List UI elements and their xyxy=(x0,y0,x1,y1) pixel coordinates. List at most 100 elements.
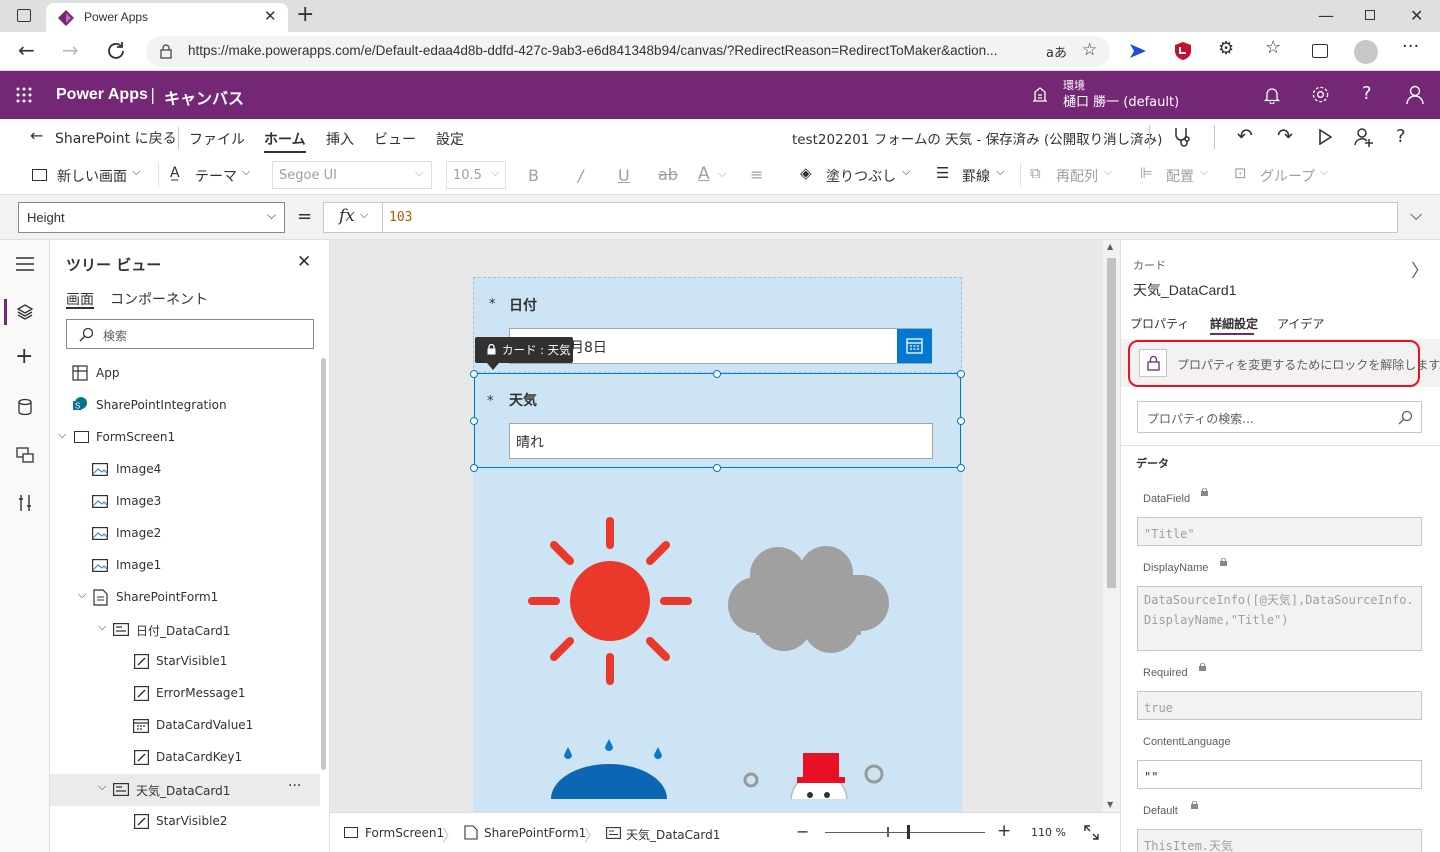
media-icon[interactable] xyxy=(16,446,34,464)
data-cylinder-icon[interactable] xyxy=(17,398,33,416)
design-canvas[interactable]: * 日付 月8日 カード : 天気 * 天気 晴れ xyxy=(330,240,1103,812)
border-button[interactable]: ☰ 罫線 ⌵ xyxy=(936,163,1011,187)
share-user-icon[interactable] xyxy=(1354,127,1374,147)
snowman-image[interactable] xyxy=(741,739,891,799)
url-field[interactable]: https://make.powerapps.com/e/Default-eda… xyxy=(146,36,1110,67)
close-window-icon[interactable]: ✕ xyxy=(1410,6,1423,25)
sun-image[interactable] xyxy=(528,517,693,685)
tab-actions-icon[interactable] xyxy=(17,9,31,22)
app-checker-icon[interactable] xyxy=(1172,126,1192,148)
control-name[interactable]: 天気_DataCard1 xyxy=(1133,280,1237,300)
tree-view-layers-icon[interactable] xyxy=(16,303,34,321)
rain-umbrella-image[interactable] xyxy=(543,739,673,799)
play-preview-icon[interactable] xyxy=(1318,129,1332,145)
chevron-down-icon[interactable]: ⌵ xyxy=(98,780,106,794)
zoom-out-icon[interactable]: − xyxy=(796,822,809,841)
fx-button[interactable]: fx ⌵ xyxy=(323,202,383,233)
browser-tab[interactable]: Power Apps ✕ xyxy=(46,3,288,32)
font-color-icon[interactable]: A xyxy=(698,164,710,184)
insert-plus-icon[interactable]: + xyxy=(15,344,33,369)
text-align-icon[interactable]: ≡ xyxy=(750,165,763,184)
profile-avatar[interactable] xyxy=(1354,40,1378,64)
extension-arrow-icon[interactable] xyxy=(1128,43,1148,59)
favorite-add-icon[interactable]: ☆ xyxy=(1082,40,1097,60)
tree-item-weather-datacard1[interactable]: ⌵ 天気_DataCard1 ··· xyxy=(50,774,320,806)
new-tab-icon[interactable]: + xyxy=(296,2,314,27)
more-icon[interactable]: ··· xyxy=(1402,36,1419,57)
tree-item-starvisible2[interactable]: StarVisible2 xyxy=(50,806,320,838)
minimize-icon[interactable]: — xyxy=(1318,6,1334,25)
strikethrough-icon[interactable]: ab xyxy=(658,165,678,184)
form-screen[interactable]: * 日付 月8日 カード : 天気 * 天気 晴れ xyxy=(470,277,965,812)
settings-gear-icon[interactable] xyxy=(1311,85,1330,104)
forward-icon[interactable]: → xyxy=(62,38,79,62)
tree-scrollbar[interactable] xyxy=(321,358,326,770)
back-icon[interactable]: ← xyxy=(18,38,35,62)
cloud-image[interactable] xyxy=(726,545,891,655)
font-family-select[interactable]: Segoe UI ⌵ xyxy=(272,161,432,189)
property-value-required[interactable]: true xyxy=(1137,691,1422,720)
resize-handle[interactable] xyxy=(957,464,965,472)
tree-item-image3[interactable]: Image3 xyxy=(50,486,320,518)
hamburger-icon[interactable] xyxy=(16,257,34,271)
formula-input[interactable]: 103 xyxy=(382,202,1398,233)
advanced-tools-icon[interactable] xyxy=(17,494,33,512)
tab-screens[interactable]: 画面 xyxy=(66,289,94,309)
scroll-down-icon[interactable]: ▼ xyxy=(1107,800,1113,809)
property-value-contentlanguage[interactable]: "" xyxy=(1137,760,1422,789)
help-question-icon[interactable]: ? xyxy=(1396,126,1406,147)
weather-text-input[interactable]: 晴れ xyxy=(509,423,933,459)
menu-home[interactable]: ホーム xyxy=(264,129,306,149)
tree-item-errormessage1[interactable]: ErrorMessage1 xyxy=(50,678,320,710)
tab-components[interactable]: コンポーネント xyxy=(110,289,208,309)
resize-handle[interactable] xyxy=(713,370,721,378)
resize-handle[interactable] xyxy=(957,370,965,378)
calendar-button[interactable] xyxy=(897,329,932,363)
extensions-icon[interactable]: ⚙ xyxy=(1218,38,1234,59)
menu-file[interactable]: ファイル xyxy=(189,129,245,149)
reorder-button[interactable]: ⧉ 再配列 ⌵ xyxy=(1030,163,1120,187)
resize-handle[interactable] xyxy=(713,464,721,472)
tree-item-datacardkey1[interactable]: DataCardKey1 xyxy=(50,742,320,774)
unlock-button[interactable] xyxy=(1139,349,1167,377)
tab-advanced[interactable]: 詳細設定 xyxy=(1210,315,1258,332)
expand-formula-icon[interactable]: ⌵ xyxy=(1410,205,1422,225)
favorites-icon[interactable]: ☆ xyxy=(1265,37,1281,58)
menu-view[interactable]: ビュー xyxy=(374,129,416,149)
tree-item-date-datacard1[interactable]: ⌵ 日付_DataCard1 xyxy=(50,614,320,646)
align-button[interactable]: ⊫ 配置 ⌵ xyxy=(1140,163,1212,187)
chevron-down-icon[interactable]: ⌵ xyxy=(98,620,106,634)
restore-icon[interactable] xyxy=(1365,10,1375,20)
tree-item-image1[interactable]: Image1 xyxy=(50,550,320,582)
help-icon[interactable]: ? xyxy=(1362,83,1372,104)
account-icon[interactable] xyxy=(1406,85,1424,105)
refresh-icon[interactable] xyxy=(106,41,126,61)
resize-handle[interactable] xyxy=(470,417,478,425)
notification-bell-icon[interactable] xyxy=(1264,86,1280,104)
resize-handle[interactable] xyxy=(470,370,478,378)
tree-item-starvisible1[interactable]: StarVisible1 xyxy=(50,646,320,678)
chevron-down-icon[interactable]: ⌵ xyxy=(78,588,86,602)
bold-icon[interactable]: B xyxy=(528,166,539,185)
property-value-datafield[interactable]: "Title" xyxy=(1137,517,1422,546)
breadcrumb-card[interactable]: 天気_DataCard1 xyxy=(626,826,720,843)
chevron-down-icon[interactable]: ⌵ xyxy=(58,428,66,442)
tree-item-image4[interactable]: Image4 xyxy=(50,454,320,486)
tab-ideas[interactable]: アイデア xyxy=(1277,315,1324,332)
close-panel-icon[interactable]: ✕ xyxy=(297,252,311,272)
menu-settings[interactable]: 設定 xyxy=(436,129,464,149)
theme-button[interactable]: A̲ テーマ ⌵ xyxy=(170,163,256,187)
scroll-thumb[interactable] xyxy=(1107,258,1116,588)
fill-button[interactable]: ◈ 塗りつぶし ⌵ xyxy=(800,163,915,187)
zoom-slider-thumb[interactable] xyxy=(907,825,910,839)
tree-item-sharepointform1[interactable]: ⌵ SharePointForm1 xyxy=(50,582,320,614)
shield-extension-icon[interactable] xyxy=(1174,41,1192,61)
underline-icon[interactable]: U xyxy=(618,166,630,185)
close-tab-icon[interactable]: ✕ xyxy=(264,7,277,25)
tree-item-datacardvalue1[interactable]: DataCardValue1 xyxy=(50,710,320,742)
property-value-default[interactable]: ThisItem.天気 xyxy=(1137,829,1422,852)
tree-item-app[interactable]: App xyxy=(50,358,320,390)
tree-search-input[interactable]: 検索 xyxy=(66,319,314,349)
resize-handle[interactable] xyxy=(957,417,965,425)
breadcrumb-form[interactable]: SharePointForm1 xyxy=(484,826,586,840)
